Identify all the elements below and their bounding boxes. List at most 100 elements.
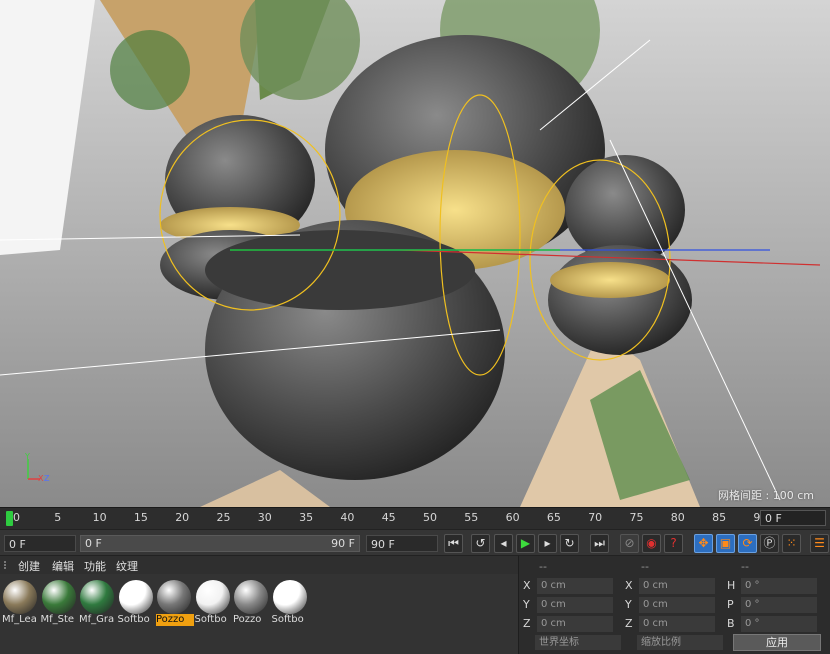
- material-swatch[interactable]: Softbo: [272, 580, 308, 626]
- coord-axis-label: Y: [625, 598, 632, 611]
- coord-axis-label: P: [727, 598, 734, 611]
- coord-value-field[interactable]: 0 °: [741, 578, 817, 594]
- autokey-icon[interactable]: ◉: [642, 534, 661, 553]
- menu-edit[interactable]: 编辑: [52, 558, 74, 574]
- scale-key-icon[interactable]: ▣: [716, 534, 735, 553]
- timeline-tick-label: 55: [464, 511, 479, 524]
- timeline-tick-label: 50: [423, 511, 437, 524]
- coord-value-field[interactable]: 0 cm: [537, 597, 613, 613]
- coord-axis-label: H: [727, 579, 736, 592]
- timeline-tick-label: 20: [175, 511, 190, 524]
- menu-create[interactable]: 创建: [18, 558, 40, 574]
- coord-axis-label: B: [727, 617, 735, 630]
- material-swatch[interactable]: Mf_Lea: [2, 580, 38, 626]
- coordinates-manager: -- -- -- X 0 cm X 0 cm H 0 ° Y 0 cm Y 0 cm P 0 ° Z 0 …: [518, 555, 830, 654]
- end-frame-field[interactable]: 90 F: [366, 535, 438, 552]
- playhead-marker[interactable]: [6, 511, 13, 526]
- play-icon[interactable]: ▶: [516, 534, 535, 553]
- material-label: Softbo: [271, 614, 304, 625]
- material-label: Pozzo: [156, 614, 194, 626]
- coord-value-field[interactable]: 0 cm: [537, 616, 613, 632]
- material-preview-icon: [157, 580, 191, 614]
- param-key-icon[interactable]: Ⓟ: [760, 534, 779, 553]
- scene-render: [0, 0, 830, 507]
- material-swatch[interactable]: Softbo: [195, 580, 231, 626]
- go-start-icon[interactable]: ⏮: [444, 534, 463, 553]
- timeline-tick-label: 75: [629, 511, 644, 524]
- timeline-menu-icon[interactable]: ☰: [810, 534, 829, 553]
- timeline-ruler[interactable]: 051015202530354045505560657075808590 0 F: [0, 507, 830, 530]
- coord-axis-label: X: [625, 579, 633, 592]
- material-swatch[interactable]: Pozzo: [233, 580, 269, 626]
- coord-value-field[interactable]: 0 °: [741, 616, 817, 632]
- svg-text:Z: Z: [44, 474, 50, 483]
- material-preview-icon: [118, 580, 153, 614]
- coord-axis-label: Y: [523, 598, 530, 611]
- pla-key-icon[interactable]: ⁙: [782, 534, 801, 553]
- material-preview-icon: [272, 580, 307, 614]
- timeline-tick-label: 10: [92, 511, 107, 524]
- size-header: --: [641, 560, 649, 573]
- rotate-key-icon[interactable]: ⟳: [738, 534, 757, 553]
- range-slider[interactable]: 0 F 90 F: [80, 535, 360, 552]
- coord-value-field[interactable]: 0 cm: [639, 578, 715, 594]
- timeline-tick-label: 65: [546, 511, 561, 524]
- coord-value-field[interactable]: 0 cm: [639, 597, 715, 613]
- material-preview-icon: [3, 580, 37, 614]
- coord-value-field[interactable]: 0 cm: [639, 616, 715, 632]
- timeline-tick-label: 40: [340, 511, 355, 524]
- keyframe-help-icon[interactable]: ?: [664, 534, 683, 553]
- timeline-tick-label: 25: [216, 511, 231, 524]
- timeline-tick-label: 5: [54, 511, 62, 524]
- material-preview-icon: [234, 580, 268, 614]
- prev-frame-icon[interactable]: ◂: [494, 534, 513, 553]
- material-swatch[interactable]: Mf_Gra: [79, 580, 115, 626]
- material-label: Mf_Lea: [2, 614, 37, 625]
- material-manager: 创建 编辑 功能 纹理 Mf_Lea Mf_Ste Mf_Gra Softbo Pozz…: [0, 555, 518, 654]
- timeline-tick-label: 80: [670, 511, 685, 524]
- material-preview-icon: [41, 580, 76, 614]
- timeline-tick-label: 35: [299, 511, 314, 524]
- current-frame-field[interactable]: 0 F: [760, 510, 826, 526]
- position-header: --: [539, 560, 547, 573]
- range-slider-end: 90 F: [331, 537, 355, 550]
- coord-system-select[interactable]: 世界坐标: [535, 635, 621, 650]
- apply-button[interactable]: 应用: [733, 634, 821, 651]
- start-frame-field[interactable]: 0 F: [4, 535, 76, 552]
- material-preview-icon: [80, 580, 114, 614]
- material-label: Mf_Ste: [40, 614, 75, 625]
- material-swatch[interactable]: Mf_Ste: [41, 580, 77, 626]
- move-key-icon[interactable]: ✥: [694, 534, 713, 553]
- coord-axis-label: Z: [625, 617, 633, 630]
- panel-grip-icon[interactable]: [4, 561, 12, 569]
- material-label: Softbo: [117, 614, 150, 625]
- material-swatch[interactable]: Pozzo: [156, 580, 194, 626]
- material-label: Mf_Gra: [79, 614, 115, 625]
- menu-texture[interactable]: 纹理: [116, 558, 138, 574]
- prev-key-icon[interactable]: ↺: [471, 534, 490, 553]
- timeline-tick-label: 30: [257, 511, 272, 524]
- material-label: Pozzo: [233, 614, 262, 625]
- coord-axis-label: Z: [523, 617, 531, 630]
- material-menubar: 创建 编辑 功能 纹理: [0, 556, 518, 574]
- timeline-tick-label: 45: [381, 511, 396, 524]
- coord-value-field[interactable]: 0 °: [741, 597, 817, 613]
- timeline-tick-label: 0: [13, 511, 20, 524]
- next-key-icon[interactable]: ↻: [560, 534, 579, 553]
- grid-distance-label: 网格间距 : 100 cm: [718, 489, 814, 502]
- range-slider-start: 0 F: [85, 537, 102, 550]
- menu-function[interactable]: 功能: [84, 558, 106, 574]
- timeline-tick-label: 15: [133, 511, 148, 524]
- timeline-tick-label: 60: [505, 511, 520, 524]
- scale-mode-select[interactable]: 缩放比例: [637, 635, 723, 650]
- go-end-icon[interactable]: ⏭: [590, 534, 609, 553]
- svg-text:Y: Y: [24, 453, 30, 461]
- timeline-tick-label: 70: [588, 511, 603, 524]
- record-disabled-icon[interactable]: ⊘: [620, 534, 639, 553]
- timeline-tick-label: 85: [712, 511, 727, 524]
- 3d-viewport[interactable]: Y X Z 网格间距 : 100 cm: [0, 0, 830, 507]
- material-swatch[interactable]: Softbo: [118, 580, 154, 626]
- coord-value-field[interactable]: 0 cm: [537, 578, 613, 594]
- rotation-header: --: [741, 560, 749, 573]
- next-frame-icon[interactable]: ▸: [538, 534, 557, 553]
